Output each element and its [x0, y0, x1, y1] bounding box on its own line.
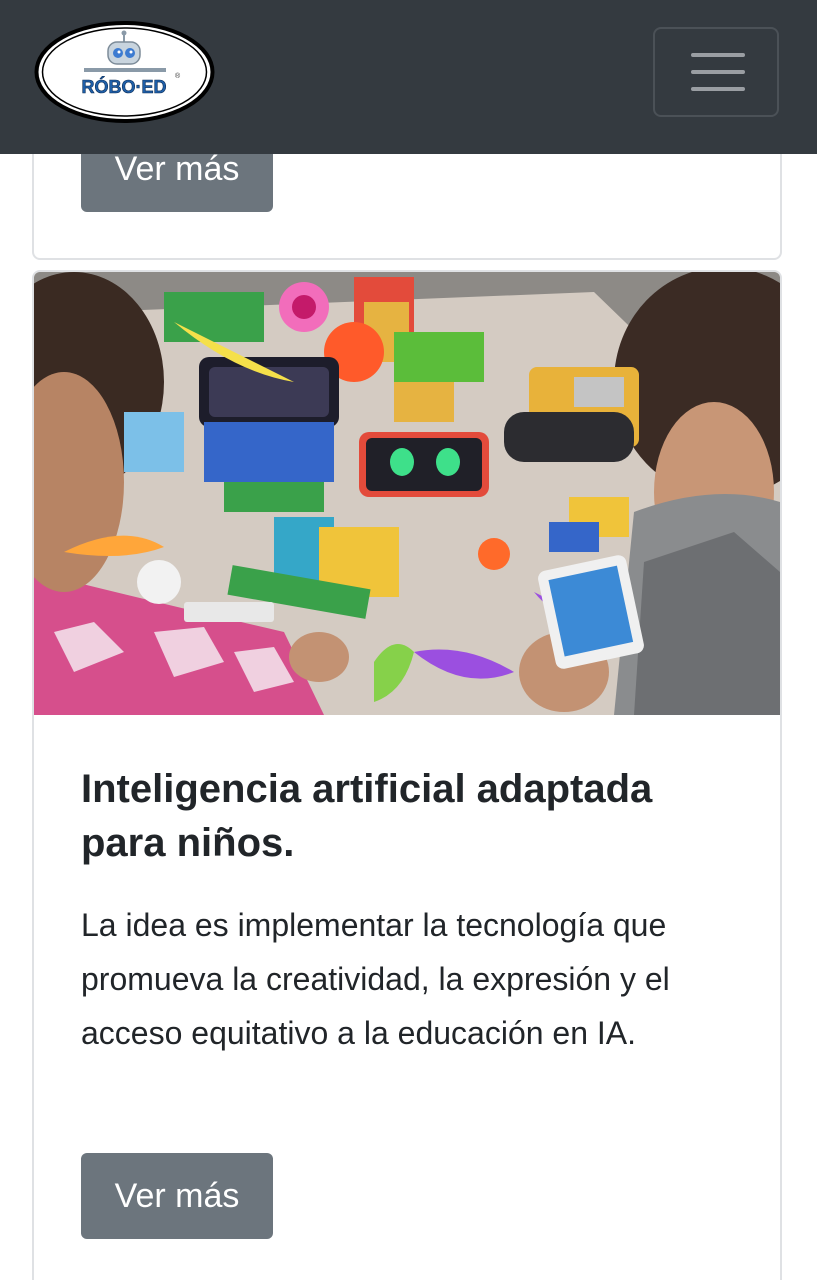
hamburger-menu-icon: [691, 53, 745, 57]
card-title: Inteligencia artificial adaptada para ni…: [81, 767, 653, 865]
navbar-toggler-button[interactable]: [653, 27, 779, 117]
brand-logo-link[interactable]: RÓBO·ED ®: [34, 20, 215, 124]
ver-mas-button[interactable]: Ver más: [81, 1153, 273, 1239]
card-image: [34, 272, 780, 715]
hamburger-menu-icon-bar: [691, 87, 745, 91]
navbar: RÓBO·ED ®: [0, 0, 817, 154]
page: RÓBO·ED ® Ver más Inteligencia artificia…: [0, 0, 817, 1280]
robo-ed-logo: RÓBO·ED ®: [34, 21, 215, 123]
hamburger-menu-icon-bar: [691, 70, 745, 74]
logo-registered-mark: ®: [175, 72, 181, 80]
card-text: La idea es implementar la tecnología que…: [81, 907, 670, 1051]
logo-text: RÓBO·ED: [82, 76, 167, 97]
article-card: Inteligencia artificial adaptada para ni…: [32, 270, 782, 1280]
